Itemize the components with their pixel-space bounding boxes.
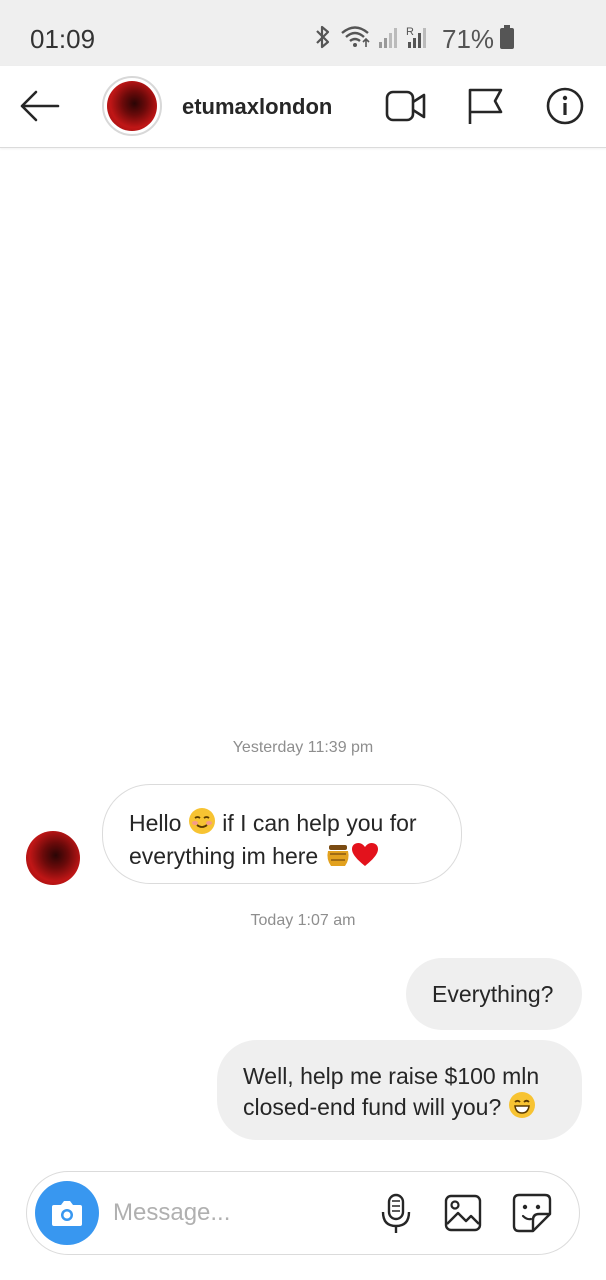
signal-icon [378, 24, 400, 55]
microphone-button[interactable] [373, 1190, 419, 1236]
status-time: 01:09 [30, 24, 96, 54]
flag-button[interactable] [464, 86, 508, 126]
back-button[interactable] [16, 84, 64, 128]
header-avatar[interactable] [102, 76, 162, 136]
incoming-message[interactable]: Hello if I can help you for everything i… [102, 784, 462, 884]
flag-icon [464, 88, 508, 130]
red-heart-emoji-icon [351, 842, 379, 875]
honey-pot-emoji-icon [325, 842, 351, 875]
info-button[interactable] [544, 86, 588, 126]
sender-avatar[interactable] [26, 831, 80, 885]
message-timestamp: Yesterday 11:39 pm [232, 739, 374, 756]
info-icon [544, 87, 588, 130]
chat-username[interactable]: etumaxlondon [182, 94, 332, 120]
outgoing-message[interactable]: Everything? [406, 958, 582, 1030]
message-composer [26, 1171, 580, 1255]
gallery-button[interactable] [441, 1190, 487, 1236]
video-call-icon [384, 90, 428, 130]
wifi-icon [340, 24, 372, 55]
smiling-face-emoji-icon [188, 807, 216, 842]
gallery-icon [441, 1194, 487, 1240]
signal-roaming-icon: R [406, 24, 432, 55]
back-arrow-icon [16, 90, 64, 132]
status-bar: 01:09 R 71% [0, 0, 606, 66]
svg-text:R: R [406, 26, 414, 38]
message-line: Hello if I can help you for [129, 807, 435, 842]
status-icons: R 71% [312, 23, 515, 55]
camera-button[interactable] [35, 1181, 99, 1245]
bluetooth-icon [312, 24, 334, 55]
battery-icon [500, 24, 515, 54]
grinning-face-emoji-icon [508, 1091, 536, 1126]
microphone-icon [373, 1193, 419, 1240]
battery-level: 71% [442, 23, 495, 54]
sticker-button[interactable] [509, 1190, 555, 1236]
chat-header: etumaxlondon [0, 66, 606, 148]
sticker-icon [509, 1193, 555, 1240]
video-call-button[interactable] [384, 86, 428, 126]
camera-icon [35, 1201, 99, 1249]
message-timestamp: Today 1:07 am [250, 912, 356, 929]
outgoing-message[interactable]: Well, help me raise $100 mln closed-end … [217, 1040, 582, 1140]
message-line: everything im here [129, 842, 435, 875]
message-input[interactable] [113, 1196, 353, 1230]
